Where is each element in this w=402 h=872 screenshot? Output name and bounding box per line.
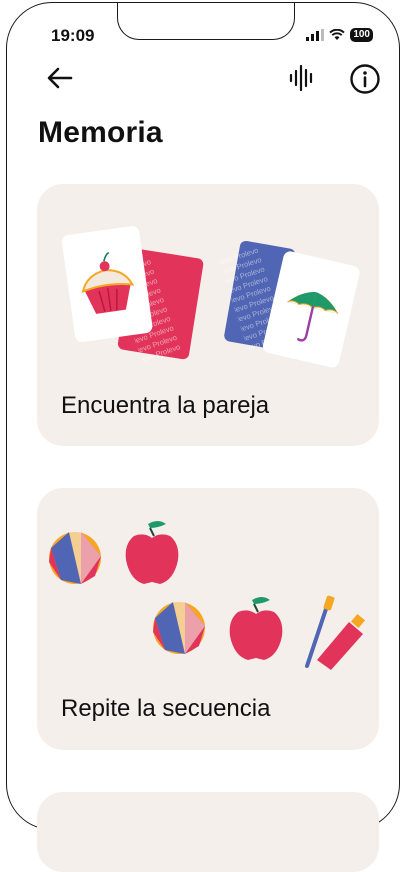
sequence-illustration (49, 521, 366, 670)
notch (117, 3, 295, 40)
page-title: Memoria (38, 116, 163, 149)
back-button[interactable] (43, 61, 77, 95)
beach-ball-icon (49, 532, 101, 584)
info-button[interactable] (347, 61, 383, 97)
game-card-find-pair[interactable]: Prolevo Prolevo Prolevo Prolevo Prolevo … (37, 184, 379, 446)
toothpaste-icon (317, 613, 366, 670)
battery-indicator: 100 (350, 28, 373, 42)
audio-button[interactable] (285, 61, 319, 95)
wifi-icon (329, 29, 345, 40)
status-icons: 100 (306, 28, 373, 42)
card-title: Repite la secuencia (61, 695, 271, 722)
status-time: 19:09 (51, 26, 95, 45)
signal-icon (306, 29, 325, 41)
card-title: Encuentra la pareja (61, 392, 270, 419)
game-card-repeat-sequence[interactable]: Repite la secuencia (37, 488, 379, 750)
top-bar (7, 61, 399, 97)
apple-icon (229, 597, 283, 660)
info-circle-icon (350, 64, 380, 94)
beach-ball-icon (153, 602, 205, 654)
apple-icon (125, 521, 179, 584)
arrow-left-icon (47, 67, 73, 89)
game-card-partial[interactable] (37, 792, 379, 872)
memory-cards-illustration: Prolevo Prolevo Prolevo Prolevo Prolevo … (61, 226, 360, 368)
sound-wave-icon (289, 64, 313, 92)
